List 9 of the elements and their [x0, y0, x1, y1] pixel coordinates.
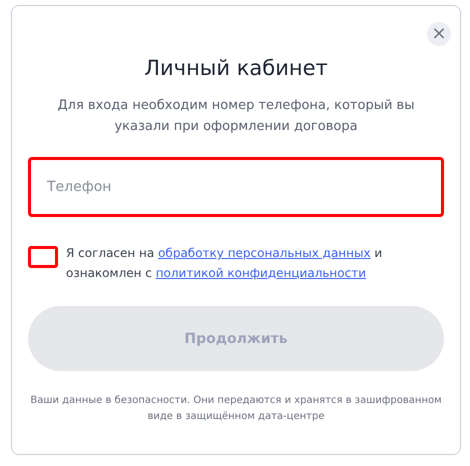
phone-field[interactable]: Телефон — [28, 157, 444, 217]
consent-text: Я согласен на обработку персональных данных и ознакомлен с политикой конфиденциальности — [66, 245, 384, 282]
consent-link[interactable]: политикой конфиденциальности — [156, 266, 366, 280]
security-note: Ваши данные в безопасности. Они передаются и хранятся в зашифрованном виде в защищённом дата-центре — [29, 394, 443, 424]
dialog-subtitle: Для входа необходим номер телефона, который вы указали при оформлении договора — [56, 97, 416, 136]
close-button[interactable]: × — [427, 22, 451, 46]
consent-link[interactable]: обработку персональных данных — [158, 246, 371, 260]
dialog-title: Личный кабинет — [144, 56, 328, 80]
consent-checkbox[interactable] — [28, 246, 58, 268]
